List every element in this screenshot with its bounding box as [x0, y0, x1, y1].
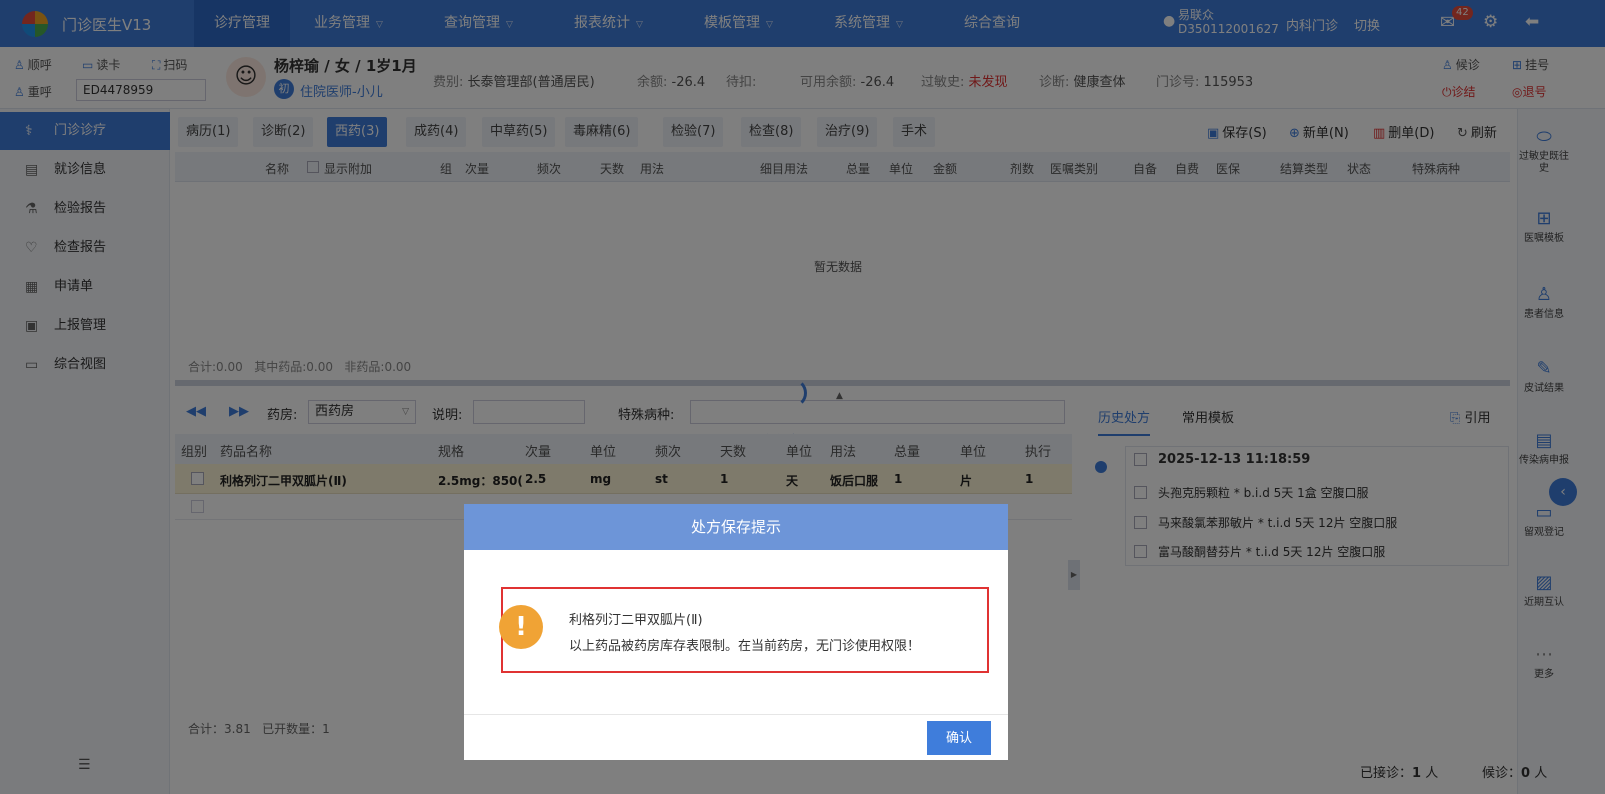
warning-icon: ! — [499, 605, 543, 649]
dialog-message-box: ! 利格列汀二甲双胍片(Ⅱ) 以上药品被药房库存表限制。在当前药房，无门诊使用权… — [499, 587, 989, 673]
dialog-footer: 确认 — [464, 714, 1008, 760]
dialog-message: 以上药品被药房库存表限制。在当前药房，无门诊使用权限！ — [569, 639, 921, 654]
dialog-title: 处方保存提示 — [464, 504, 1008, 550]
confirm-button[interactable]: 确认 — [927, 721, 991, 755]
prescription-save-dialog: 处方保存提示 ! 利格列汀二甲双胍片(Ⅱ) 以上药品被药房库存表限制。在当前药房… — [464, 504, 1008, 760]
dialog-drug-name: 利格列汀二甲双胍片(Ⅱ) — [569, 613, 703, 628]
